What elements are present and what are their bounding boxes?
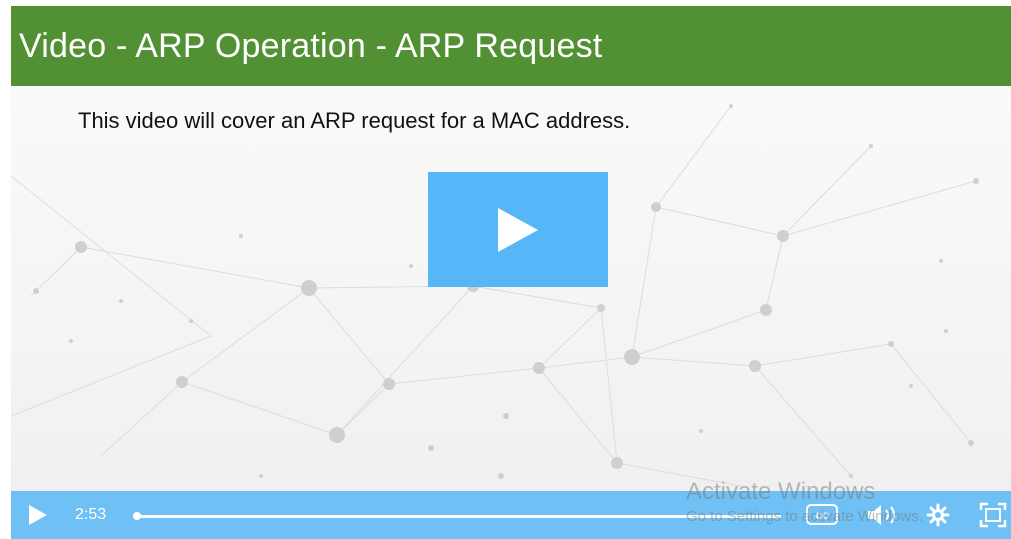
control-bar: 2:53 cc [11, 491, 1011, 539]
volume-icon [868, 505, 895, 525]
fullscreen-button[interactable] [979, 502, 1007, 528]
video-frame[interactable]: This video will cover an ARP request for… [11, 86, 1011, 491]
video-title: Video - ARP Operation - ARP Request [19, 26, 603, 65]
progress-bar[interactable] [133, 512, 781, 520]
play-button[interactable] [29, 505, 53, 527]
settings-button[interactable] [926, 503, 950, 527]
current-time: 2:53 [75, 506, 107, 523]
volume-button[interactable] [866, 503, 900, 527]
settings-gear-icon [926, 503, 950, 527]
slide-caption: This video will cover an ARP request for… [78, 108, 631, 133]
fullscreen-icon [979, 502, 1007, 528]
title-bar: Video - ARP Operation - ARP Request [11, 6, 1011, 86]
progress-knob[interactable] [133, 512, 141, 520]
closed-captions-button[interactable]: cc [806, 504, 838, 525]
big-play-button[interactable] [428, 172, 608, 287]
play-icon [498, 207, 538, 252]
play-icon [29, 505, 47, 525]
network-background [11, 104, 979, 487]
video-player[interactable]: Video - ARP Operation - ARP Request This… [11, 6, 1011, 539]
closed-captions-icon: cc [815, 507, 829, 522]
